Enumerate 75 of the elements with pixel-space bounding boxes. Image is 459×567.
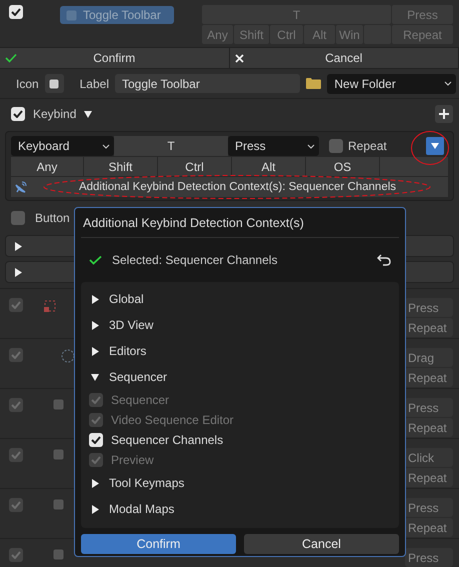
cancel-button[interactable]: Cancel	[230, 48, 459, 68]
context-bar[interactable]: Additional Keybind Detection Context(s): Sequencer Channels	[11, 177, 448, 197]
folder-icon	[306, 78, 322, 89]
square-icon	[53, 499, 64, 510]
modifier-toggle[interactable]: Any	[11, 157, 83, 176]
chevron-down-icon	[102, 144, 110, 148]
add-button[interactable]	[435, 105, 453, 123]
cancel-button[interactable]: Cancel	[244, 534, 399, 554]
context-option[interactable]: Sequencer Channels	[111, 433, 224, 447]
checkbox[interactable]	[9, 298, 23, 312]
chevron-down-icon	[444, 81, 452, 86]
context-option: Video Sequence Editor	[111, 413, 234, 427]
square-icon	[66, 10, 77, 20]
device-dropdown[interactable]: Keyboard	[11, 136, 114, 156]
collapse-triangle-icon[interactable]	[84, 110, 92, 118]
expand-triangle-icon[interactable]	[91, 320, 99, 330]
dotted-circle-icon	[61, 349, 75, 363]
tree-item[interactable]: Editors	[109, 344, 146, 358]
tree-item[interactable]: 3D View	[109, 318, 154, 332]
checkbox[interactable]	[11, 107, 25, 121]
folder-dropdown[interactable]: New Folder	[327, 74, 456, 94]
tree-item[interactable]: Modal Maps	[109, 502, 174, 516]
checkbox[interactable]	[9, 348, 23, 362]
check-icon	[89, 255, 102, 265]
checkbox[interactable]	[9, 448, 23, 462]
modifier-toggle[interactable]: Ctrl	[158, 157, 231, 176]
collapse-triangle-icon[interactable]	[91, 372, 99, 382]
checkbox[interactable]	[89, 433, 103, 447]
checkbox[interactable]	[329, 139, 343, 153]
square-icon	[53, 549, 64, 560]
tree-item[interactable]: Global	[109, 292, 144, 306]
icon-label: Icon	[16, 76, 39, 90]
label-label: Label	[80, 76, 109, 90]
expand-triangle-icon[interactable]	[91, 478, 99, 488]
confirm-button[interactable]: Confirm	[81, 534, 236, 554]
keybind-label: Keybind	[33, 107, 76, 121]
close-icon	[234, 54, 244, 62]
expand-triangle-icon[interactable]	[14, 268, 22, 276]
square-icon	[53, 449, 64, 460]
label-input-field[interactable]: Toggle Toolbar	[115, 74, 300, 93]
expand-triangle-icon[interactable]	[91, 294, 99, 304]
checkbox[interactable]	[9, 398, 23, 412]
modifier-toggle[interactable]: Alt	[232, 157, 305, 176]
event-dropdown[interactable]: Press	[228, 136, 319, 156]
popup-title: Additional Keybind Detection Context(s)	[81, 208, 399, 238]
button-label: Button	[35, 211, 70, 225]
square-icon	[53, 399, 64, 410]
checkbox[interactable]	[9, 548, 23, 562]
confirm-button[interactable]: Confirm	[0, 48, 230, 68]
chevron-down-icon	[307, 144, 315, 148]
satellite-dish-icon	[15, 181, 27, 193]
checkbox[interactable]	[11, 211, 25, 225]
icon-picker-button[interactable]	[44, 74, 64, 93]
expand-triangle-icon[interactable]	[91, 346, 99, 356]
square-icon	[49, 78, 60, 88]
key-field[interactable]: T	[114, 136, 228, 156]
tree-item[interactable]: Tool Keymaps	[109, 476, 184, 490]
checkbox[interactable]	[9, 5, 23, 19]
dotted-square-icon	[43, 299, 57, 313]
context-option: Preview	[111, 453, 154, 467]
repeat-label: Repeat	[348, 139, 387, 153]
expand-triangle-icon[interactable]	[14, 242, 22, 250]
context-option: Sequencer	[111, 393, 170, 407]
check-icon	[5, 53, 17, 63]
modifier-toggle[interactable]: OS	[306, 157, 379, 176]
dropdown-button[interactable]	[426, 137, 444, 155]
checkbox[interactable]	[9, 498, 23, 512]
tree-item[interactable]: Sequencer	[109, 370, 168, 384]
selected-text: Selected: Sequencer Channels	[112, 253, 278, 267]
annotation-ellipse	[410, 130, 450, 166]
plus-icon	[439, 109, 449, 119]
expand-triangle-icon[interactable]	[91, 504, 99, 514]
undo-icon[interactable]	[377, 254, 391, 266]
triangle-down-icon	[431, 143, 439, 149]
modifier-toggle[interactable]: Shift	[84, 157, 157, 176]
